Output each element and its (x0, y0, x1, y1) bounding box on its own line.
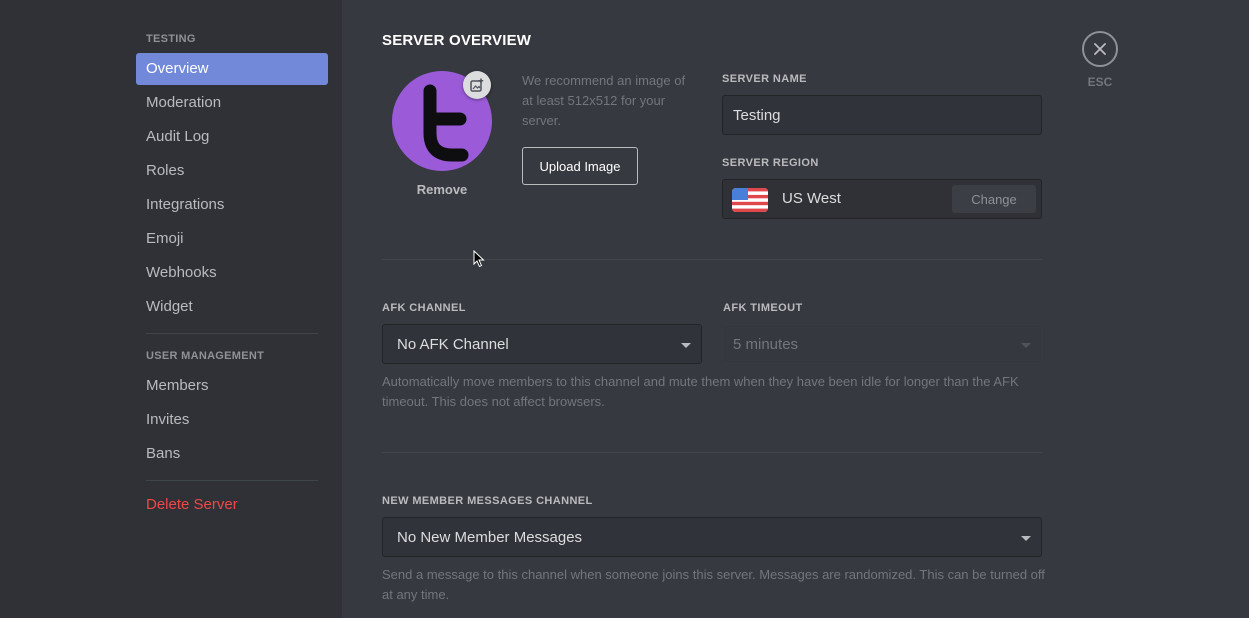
delete-server-button[interactable]: Delete Server (136, 489, 328, 521)
icon-recommendation-text: We recommend an image of at least 512x51… (522, 73, 686, 128)
afk-channel-label: AFK CHANNEL (382, 302, 466, 314)
sidebar-item-bans[interactable]: Bans (136, 438, 328, 470)
sidebar-item-widget[interactable]: Widget (136, 291, 328, 323)
sidebar-item-webhooks[interactable]: Webhooks (136, 257, 328, 289)
new-member-channel-select[interactable]: No New Member Messages (382, 517, 1042, 557)
server-name-input[interactable] (722, 95, 1042, 135)
sidebar-item-integrations[interactable]: Integrations (136, 189, 328, 221)
chevron-down-icon (681, 343, 691, 348)
esc-label: ESC (1087, 75, 1113, 89)
afk-channel-select[interactable]: No AFK Channel (382, 324, 702, 364)
sidebar-item-overview[interactable]: Overview (136, 53, 328, 85)
close-icon (1094, 43, 1106, 55)
sidebar-divider (146, 480, 318, 481)
new-member-help-text: Send a message to this channel when some… (382, 567, 1045, 602)
mouse-cursor-icon (473, 250, 485, 268)
server-region-value: US West (782, 190, 841, 207)
close-button[interactable] (1082, 31, 1118, 67)
sidebar-item-members[interactable]: Members (136, 370, 328, 402)
settings-sidebar: TESTING Overview Moderation Audit Log Ro… (0, 0, 342, 618)
new-member-channel-value: No New Member Messages (397, 529, 583, 546)
new-member-channel-label: NEW MEMBER MESSAGES CHANNEL (382, 495, 593, 507)
sidebar-item-moderation[interactable]: Moderation (136, 87, 328, 119)
add-image-icon[interactable] (463, 71, 491, 99)
afk-timeout-label: AFK TIMEOUT (723, 302, 803, 314)
user-management-header: USER MANAGEMENT (146, 350, 265, 362)
chevron-down-icon (1021, 343, 1031, 348)
server-region-label: SERVER REGION (722, 157, 819, 169)
afk-help-text: Automatically move members to this chann… (382, 374, 1019, 409)
sidebar-divider (146, 333, 318, 334)
sidebar-item-invites[interactable]: Invites (136, 404, 328, 436)
afk-timeout-value: 5 minutes (733, 336, 799, 353)
change-region-button[interactable]: Change (952, 185, 1036, 213)
section-divider (382, 452, 1042, 453)
sidebar-item-roles[interactable]: Roles (136, 155, 328, 187)
upload-image-button[interactable]: Upload Image (522, 147, 638, 185)
server-name-label: SERVER NAME (722, 73, 807, 85)
afk-channel-value: No AFK Channel (397, 336, 509, 353)
remove-icon-link[interactable]: Remove (392, 182, 492, 197)
server-name-header: TESTING (146, 33, 196, 45)
sidebar-item-emoji[interactable]: Emoji (136, 223, 328, 255)
us-flag-icon (732, 188, 768, 212)
chevron-down-icon (1021, 536, 1031, 541)
afk-timeout-select: 5 minutes (722, 324, 1042, 364)
page-title: SERVER OVERVIEW (382, 32, 532, 49)
sidebar-item-audit-log[interactable]: Audit Log (136, 121, 328, 153)
server-region-field: US West Change (722, 179, 1042, 219)
